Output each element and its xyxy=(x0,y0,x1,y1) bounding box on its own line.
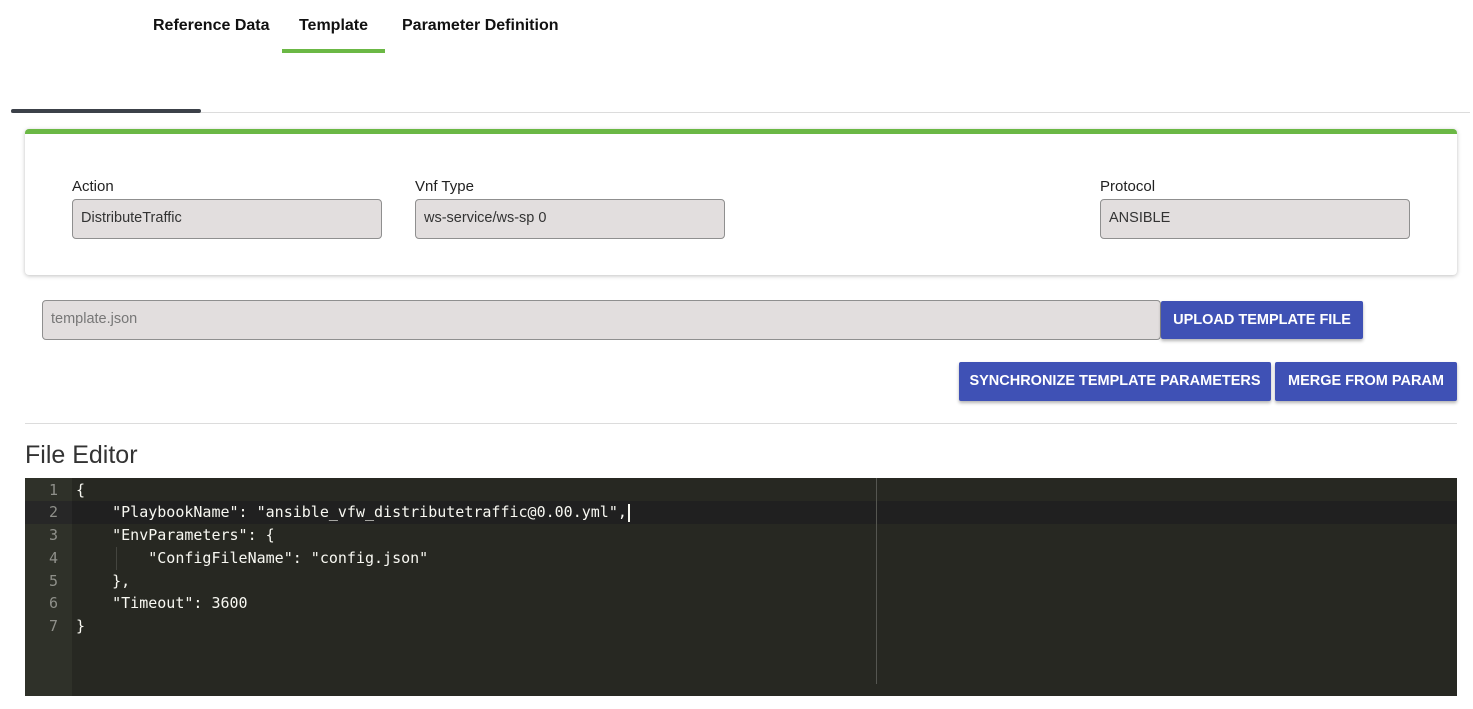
progress-track xyxy=(11,112,1470,113)
tab-template[interactable]: Template xyxy=(282,17,385,53)
editor-line: 1 { xyxy=(25,479,1457,502)
line-number: 5 xyxy=(48,572,58,590)
line-code-wrap: "PlaybookName": "ansible_vfw_distributet… xyxy=(76,501,630,524)
section-divider xyxy=(25,423,1457,424)
code-editor[interactable]: 1 { 2 "PlaybookName": "ansible_vfw_distr… xyxy=(25,478,1457,696)
line-number: 3 xyxy=(48,526,58,544)
template-file-input[interactable]: template.json xyxy=(42,300,1161,340)
line-number: 7 xyxy=(48,617,58,635)
tab-reference-data[interactable]: Reference Data xyxy=(153,17,270,53)
editor-line: 2 "PlaybookName": "ansible_vfw_distribut… xyxy=(25,501,1457,524)
line-number: 1 xyxy=(48,481,58,499)
action-field[interactable]: DistributeTraffic xyxy=(72,199,382,239)
line-code: }, xyxy=(76,572,131,590)
editor-line: 7 } xyxy=(25,615,1457,638)
protocol-field[interactable]: ANSIBLE xyxy=(1100,199,1410,239)
tab-parameter-definition[interactable]: Parameter Definition xyxy=(402,17,558,53)
line-number: 6 xyxy=(48,594,58,612)
line-code: { xyxy=(76,481,86,499)
line-code: "PlaybookName": "ansible_vfw_distributet… xyxy=(76,503,627,521)
synchronize-template-parameters-button[interactable]: Synchronize Template Parameters xyxy=(959,362,1271,401)
merge-from-param-button[interactable]: Merge from Param xyxy=(1275,362,1457,401)
protocol-label: Protocol xyxy=(1100,178,1156,195)
file-editor-title: File Editor xyxy=(25,441,138,469)
action-label: Action xyxy=(72,178,114,195)
line-number: 4 xyxy=(48,549,58,567)
template-info-card: Action DistributeTraffic Vnf Type ws-ser… xyxy=(25,129,1457,275)
editor-line: 5 }, xyxy=(25,570,1457,593)
progress-bar xyxy=(11,109,201,113)
tab-bar: Reference Data Template Parameter Defini… xyxy=(0,0,1473,60)
vnf-type-field[interactable]: ws-service/ws-sp 0 xyxy=(415,199,725,239)
line-code: "EnvParameters": { xyxy=(76,526,275,544)
line-code: "Timeout": 3600 xyxy=(76,594,248,612)
upload-template-file-button[interactable]: Upload Template File xyxy=(1161,301,1363,339)
vnf-type-label: Vnf Type xyxy=(415,178,474,195)
line-code: } xyxy=(76,617,86,635)
line-number: 2 xyxy=(48,503,58,521)
editor-line: 6 "Timeout": 3600 xyxy=(25,592,1457,615)
text-cursor xyxy=(627,503,630,522)
editor-line: 3 "EnvParameters": { xyxy=(25,524,1457,547)
editor-line: 4 "ConfigFileName": "config.json" xyxy=(25,547,1457,570)
line-code: "ConfigFileName": "config.json" xyxy=(76,549,429,567)
